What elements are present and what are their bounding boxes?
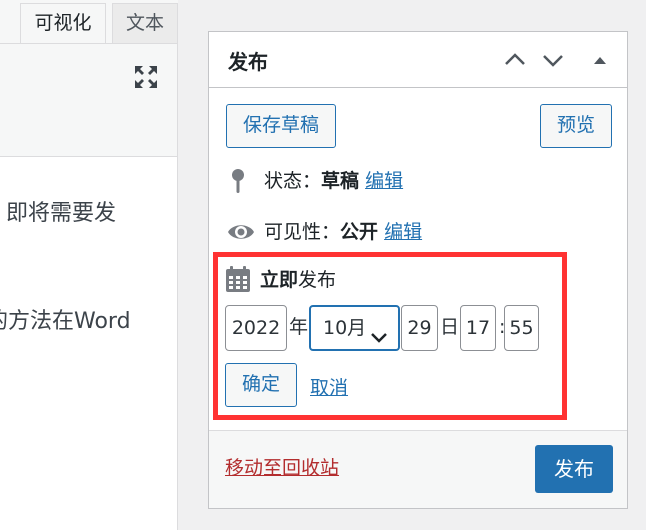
visibility-value: 公开 — [340, 221, 379, 243]
triangle-up-icon[interactable] — [587, 46, 613, 74]
editor-frame: 即将需要发 的方法在Word — [0, 43, 178, 530]
status-label: 状态： — [264, 170, 322, 192]
eye-icon — [227, 219, 255, 256]
pin-icon — [227, 168, 249, 205]
year-input[interactable]: 2022 — [225, 305, 287, 351]
schedule-label: 立即发布 — [260, 269, 337, 291]
editor-tabs: 可视化 文本 — [0, 0, 178, 44]
fullscreen-icon[interactable] — [133, 64, 159, 90]
publish-box-title: 发布 — [228, 50, 268, 74]
edit-status-link[interactable]: 编辑 — [365, 170, 403, 192]
publish-box-header: 发布 — [209, 32, 627, 88]
publish-button[interactable]: 发布 — [535, 445, 613, 493]
day-input[interactable]: 29 — [401, 305, 438, 351]
publish-box-footer: 移动至回收站 发布 — [209, 430, 627, 508]
content-line: 的方法在Word — [0, 309, 131, 334]
editor-toolbar — [0, 44, 177, 157]
chevron-down-icon[interactable] — [540, 46, 566, 74]
day-unit: 日 — [440, 316, 460, 338]
tab-visual[interactable]: 可视化 — [20, 3, 106, 44]
cancel-link[interactable]: 取消 — [310, 373, 348, 400]
chevron-down-icon — [370, 319, 388, 361]
status-value: 草稿 — [321, 170, 360, 192]
schedule-panel: 立即发布 2022 年 10月 29 日 17 : 55 确定 取消 — [213, 252, 567, 420]
calendar-icon — [225, 265, 251, 297]
minute-input[interactable]: 55 — [504, 305, 539, 351]
content-line: 即将需要发 — [6, 201, 117, 226]
save-draft-button[interactable]: 保存草稿 — [226, 104, 336, 148]
year-unit: 年 — [289, 316, 309, 338]
editor-content[interactable]: 即将需要发 的方法在Word — [0, 157, 177, 530]
tab-text[interactable]: 文本 — [112, 3, 178, 44]
publish-box: 发布 保存草稿 预览 状态：草稿 编辑 可见性：公开 编辑 立即发布 2022 … — [208, 31, 628, 509]
visibility-label: 可见性： — [264, 221, 341, 243]
move-to-trash-link[interactable]: 移动至回收站 — [225, 453, 339, 480]
preview-button[interactable]: 预览 — [540, 104, 612, 148]
month-select[interactable]: 10月 — [309, 305, 400, 351]
hour-input[interactable]: 17 — [460, 305, 496, 351]
edit-visibility-link[interactable]: 编辑 — [384, 221, 422, 243]
chevron-up-icon[interactable] — [502, 46, 528, 74]
ok-button[interactable]: 确定 — [225, 363, 297, 407]
